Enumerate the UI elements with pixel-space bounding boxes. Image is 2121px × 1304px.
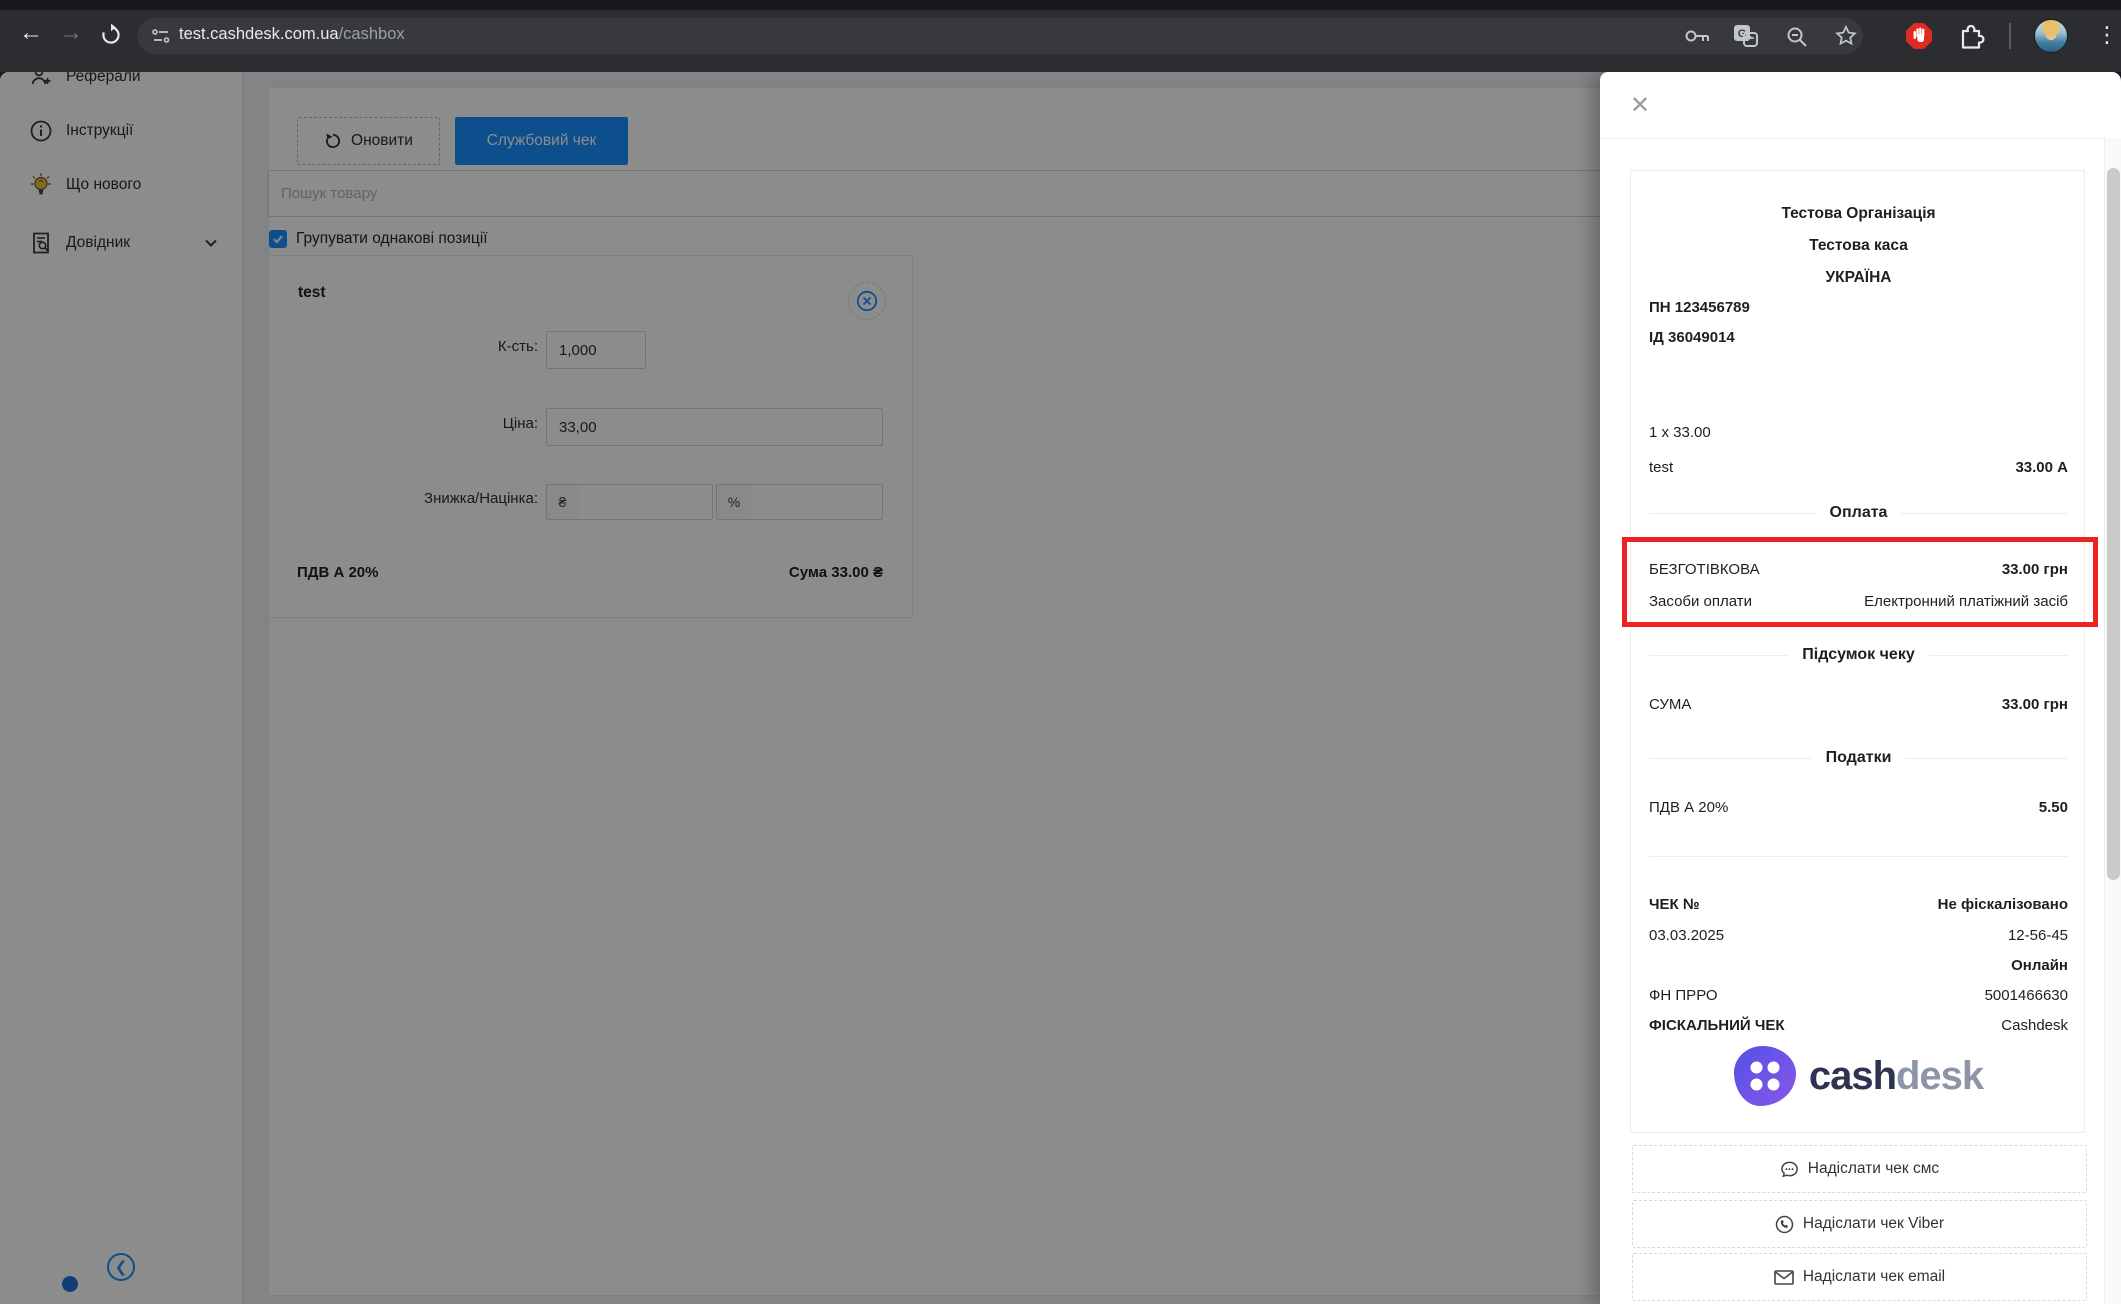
sum-value: 33.00 грн	[2002, 696, 2068, 713]
receipt-time: 12-56-45	[2008, 927, 2068, 944]
sms-icon	[1780, 1160, 1799, 1179]
check-no-label: ЧЕК №	[1649, 896, 1700, 913]
payment-highlight-box	[1622, 537, 2098, 627]
reload-icon[interactable]	[98, 22, 124, 53]
vat-value: 5.50	[2039, 799, 2068, 816]
email-icon	[1774, 1269, 1794, 1286]
sum-label: СУМА	[1649, 696, 1691, 713]
send-viber-button[interactable]: Надіслати чек Viber	[1632, 1200, 2087, 1248]
receipt-drawer: ✕ Тестова Організація Тестова каса УКРАЇ…	[1600, 72, 2121, 1304]
send-sms-label: Надіслати чек смс	[1808, 1160, 1939, 1178]
receipt-date: 03.03.2025	[1649, 927, 1724, 944]
logo-text-desk: desk	[1896, 1054, 1983, 1098]
scrollbar-thumb[interactable]	[2107, 168, 2120, 880]
taxes-section-header: Податки	[1649, 749, 2068, 767]
drawer-header-divider	[1600, 138, 2121, 139]
forward-icon[interactable]: →	[58, 20, 84, 46]
receipt-item-sum: 33.00 А	[2015, 459, 2068, 476]
window-top-strip	[0, 0, 2121, 10]
vat-label: ПДВ А 20%	[1649, 799, 1728, 816]
payment-section-header: Оплата	[1649, 504, 2068, 522]
extensions-puzzle-icon[interactable]	[1956, 22, 1986, 55]
receipt-country: УКРАЇНА	[1649, 269, 2068, 287]
cashdesk-logo-icon	[1734, 1046, 1796, 1106]
fn-value: 5001466630	[1985, 987, 2068, 1004]
logo-text-cash: cash	[1809, 1054, 1896, 1098]
send-viber-label: Надіслати чек Viber	[1803, 1215, 1944, 1233]
receipt-preview: Тестова Організація Тестова каса УКРАЇНА…	[1630, 170, 2085, 1133]
page-content: Реферали Інструкції Що нового	[0, 72, 2121, 1304]
receipt-online: Онлайн	[2011, 957, 2068, 974]
url-host: test.cashdesk.com.ua	[179, 25, 339, 43]
back-icon[interactable]: ←	[18, 20, 44, 46]
translate-icon[interactable]: G	[1733, 24, 1759, 48]
fiscal-status: Не фіскалізовано	[1938, 896, 2068, 913]
provider-name: Cashdesk	[2001, 1017, 2068, 1034]
cashdesk-logo: cashdesk	[1631, 1043, 2086, 1109]
profile-avatar[interactable]	[2034, 19, 2068, 53]
browser-toolbar: ← → test.cashdesk.com.ua/cashbox G	[0, 0, 2121, 72]
receipt-org-name: Тестова Організація	[1649, 205, 2068, 223]
receipt-qty-line: 1 x 33.00	[1649, 424, 1711, 441]
send-email-label: Надіслати чек email	[1803, 1268, 1945, 1286]
viber-icon	[1775, 1215, 1794, 1234]
receipt-tax-number: ПН 123456789	[1649, 299, 1750, 316]
summary-section-header: Підсумок чеку	[1649, 646, 2068, 664]
receipt-item-name: test	[1649, 459, 1673, 476]
fn-label: ФН ПРРО	[1649, 987, 1718, 1004]
adblock-icon[interactable]	[1905, 22, 1933, 55]
url-bar[interactable]: test.cashdesk.com.ua/cashbox G	[137, 18, 1863, 54]
toolbar-separator	[2009, 23, 2011, 49]
send-email-button[interactable]: Надіслати чек email	[1632, 1253, 2087, 1301]
site-settings-icon[interactable]	[151, 27, 171, 45]
url-path: /cashbox	[339, 25, 405, 43]
url-text[interactable]: test.cashdesk.com.ua/cashbox	[179, 25, 405, 44]
zoom-out-icon[interactable]	[1785, 25, 1809, 49]
drawer-scrollbar[interactable]	[2104, 138, 2121, 1304]
receipt-org-id: ІД 36049014	[1649, 329, 1735, 346]
send-sms-button[interactable]: Надіслати чек смс	[1632, 1145, 2087, 1193]
receipt-divider	[1649, 856, 2068, 857]
fiscal-check-label: ФІСКАЛЬНИЙ ЧЕК	[1649, 1017, 1785, 1034]
browser-menu-icon[interactable]: ⋮	[2096, 22, 2116, 48]
close-icon[interactable]: ✕	[1630, 94, 1650, 118]
password-key-icon[interactable]	[1683, 26, 1711, 46]
receipt-cashbox-name: Тестова каса	[1649, 237, 2068, 255]
bookmark-star-icon[interactable]	[1834, 24, 1858, 48]
